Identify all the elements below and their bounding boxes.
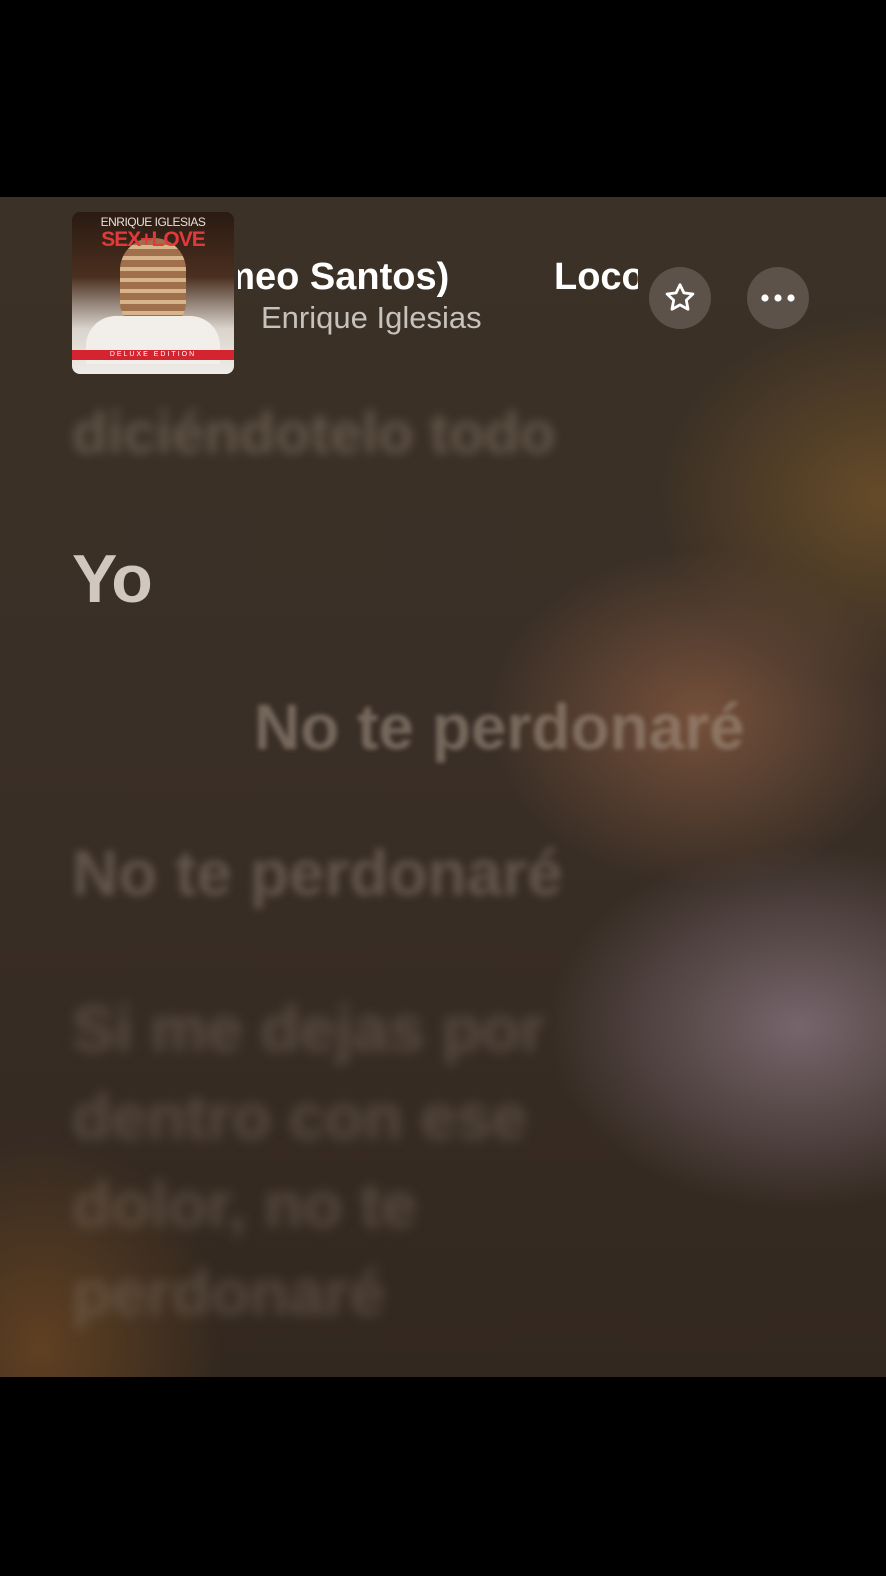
favorite-button[interactable] — [649, 267, 711, 329]
song-title-segment: omeo Santos) — [238, 256, 450, 298]
song-title-segment-next: Loco — [554, 256, 638, 298]
lyric-line-next[interactable]: No te perdonaré — [72, 836, 563, 910]
song-title-marquee[interactable]: omeo Santos) Loco — [238, 252, 638, 304]
more-options-button[interactable] — [747, 267, 809, 329]
lyric-line-current[interactable]: Yo — [72, 540, 153, 618]
album-artwork[interactable]: ENRIQUE IGLESIAS SEX+LOVE DELUXE EDITION — [72, 212, 234, 374]
ellipsis-icon — [761, 294, 795, 302]
star-icon — [665, 283, 695, 311]
lyric-line-next[interactable]: Si me dejas por dentro con ese dolor, no… — [72, 985, 632, 1337]
album-art-artist-text: ENRIQUE IGLESIAS — [100, 215, 206, 229]
artist-name[interactable]: Enrique Iglesias — [261, 300, 482, 336]
lyric-line-previous[interactable]: diciéndotelo todo — [72, 400, 555, 467]
album-art-title-text: SEX+LOVE — [101, 228, 205, 251]
album-art-edition-band: DELUXE EDITION — [72, 350, 234, 360]
lyric-line-next[interactable]: No te perdonaré — [254, 690, 745, 764]
